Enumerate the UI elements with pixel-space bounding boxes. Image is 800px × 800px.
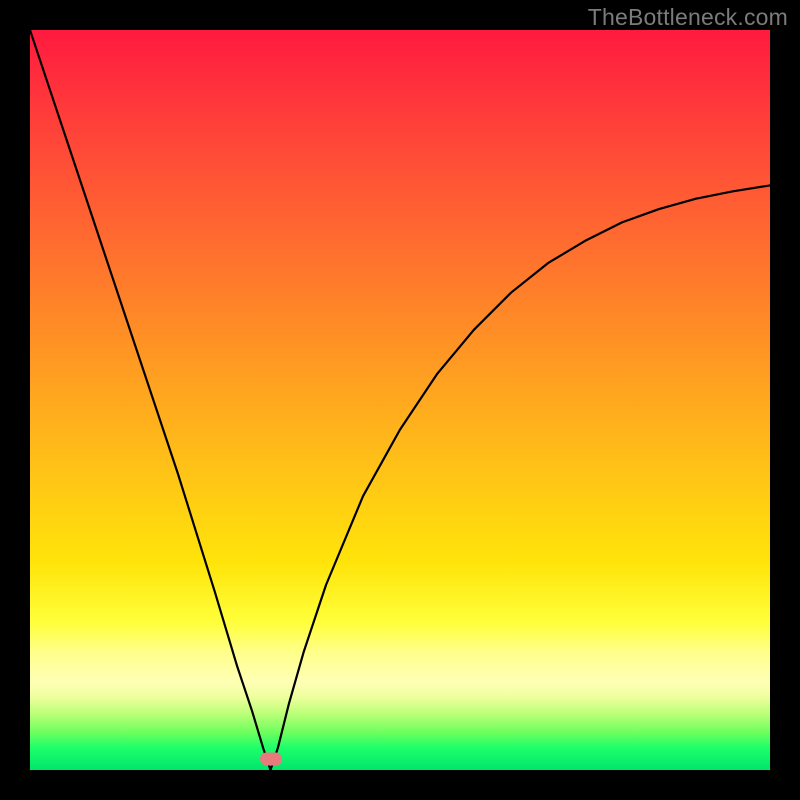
performance-curve (30, 30, 770, 770)
chart-frame: TheBottleneck.com (0, 0, 800, 800)
optimal-marker (260, 752, 282, 765)
watermark-text: TheBottleneck.com (588, 4, 788, 31)
chart-area (30, 30, 770, 770)
